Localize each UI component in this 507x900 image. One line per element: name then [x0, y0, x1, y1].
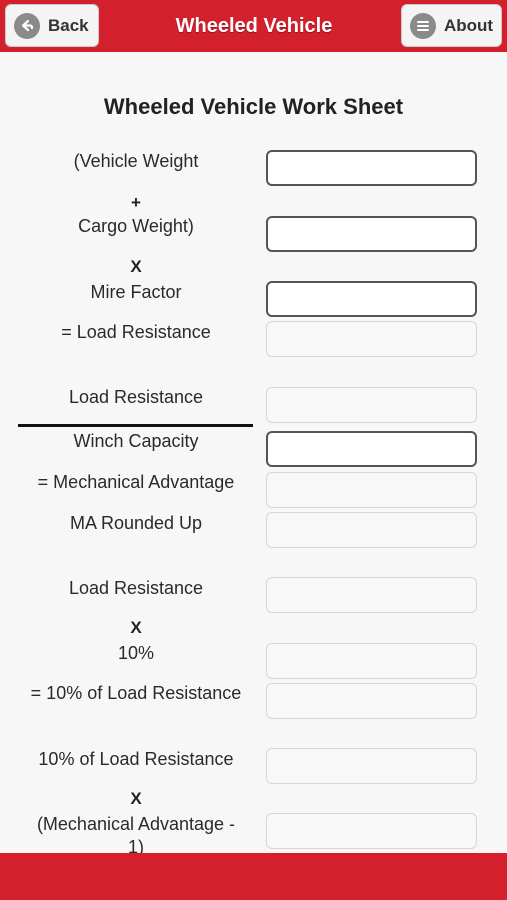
ma-rounded-up-label: MA Rounded Up	[69, 513, 203, 533]
mire-factor-label: Mire Factor	[90, 282, 182, 302]
mech-adv-minus-one-label: (Mechanical Advantage -	[36, 814, 236, 834]
back-button[interactable]: Back	[5, 4, 99, 47]
ma-rounded-up-output	[266, 512, 477, 548]
vehicle-weight-label: (Vehicle Weight	[73, 151, 199, 171]
back-arrow-icon	[14, 12, 40, 39]
plus-operator: +	[131, 193, 141, 212]
cargo-weight-input[interactable]	[266, 216, 477, 252]
back-label: Back	[48, 15, 89, 35]
load-resistance-label: Load Resistance	[68, 387, 204, 407]
bottom-bar	[0, 853, 507, 900]
ten-percent-load-label: 10% of Load Resistance	[38, 749, 234, 769]
multiply-operator: X	[130, 257, 142, 276]
mechanical-advantage-output	[266, 472, 477, 508]
cargo-weight-label: Cargo Weight)	[78, 216, 194, 236]
load-resistance-result-label: = Load Resistance	[61, 322, 211, 342]
ten-percent-label: 10%	[117, 643, 155, 663]
load-resistance-output	[266, 321, 477, 357]
ten-percent-load-output	[266, 683, 477, 719]
ten-percent-output	[266, 643, 477, 679]
load-resistance-copy-output	[266, 387, 477, 423]
top-bar: Back Wheeled Vehicle About	[0, 0, 507, 52]
about-button[interactable]: About	[401, 4, 502, 47]
load-resistance-copy2-output	[266, 577, 477, 613]
winch-capacity-label: Winch Capacity	[73, 431, 199, 451]
mire-factor-input[interactable]	[266, 281, 477, 317]
menu-lines-icon	[410, 12, 436, 39]
about-label: About	[444, 15, 494, 35]
winch-capacity-input[interactable]	[266, 431, 477, 467]
page-title: Wheeled Vehicle	[175, 15, 333, 37]
mechanical-advantage-label: = Mechanical Advantage	[37, 472, 235, 492]
load-resistance-label-2: Load Resistance	[68, 578, 204, 598]
worksheet-title: Wheeled Vehicle Work Sheet	[103, 94, 404, 119]
multiply-operator-3: X	[130, 789, 142, 808]
vehicle-weight-input[interactable]	[266, 150, 477, 186]
mech-adv-minus-one-output	[266, 813, 477, 849]
ten-percent-load-copy-output	[266, 748, 477, 784]
ten-percent-load-result-label: = 10% of Load Resistance	[30, 683, 242, 703]
multiply-operator-2: X	[130, 618, 142, 637]
fraction-divider	[18, 424, 253, 427]
